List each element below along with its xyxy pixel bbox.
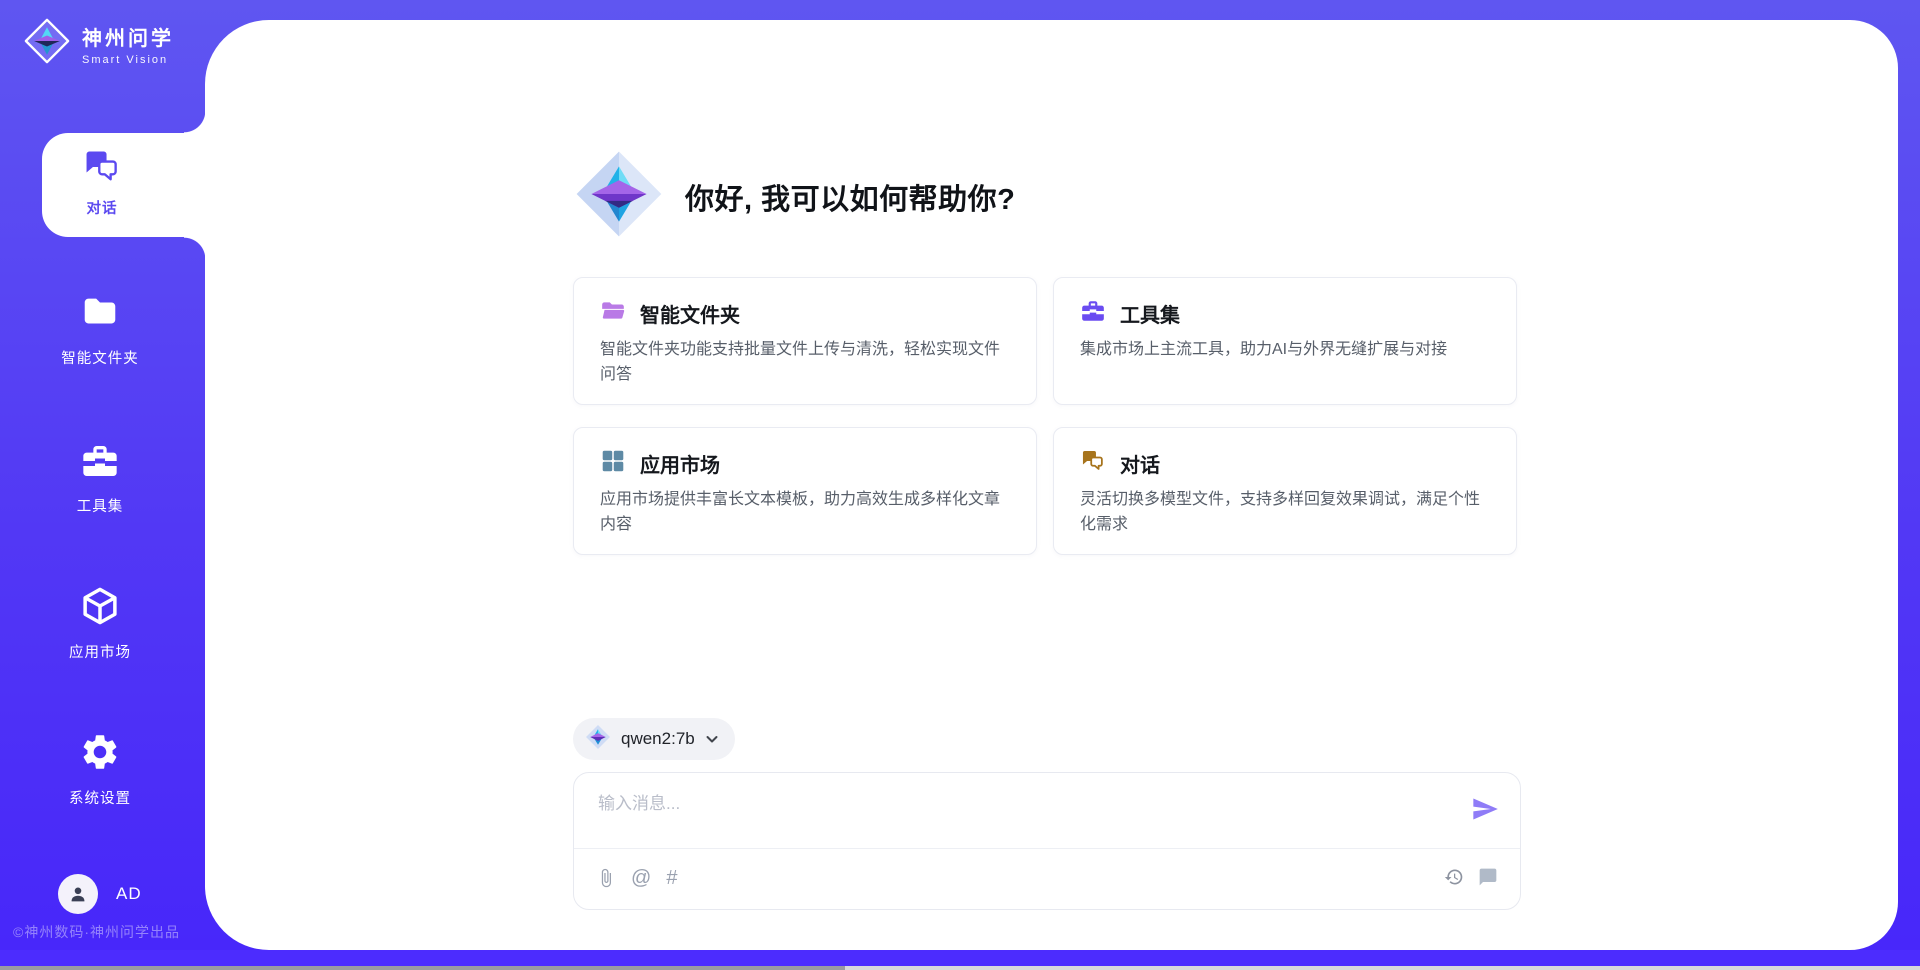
model-name: qwen2:7b: [621, 729, 695, 749]
message-composer: @ #: [573, 772, 1521, 910]
user-profile[interactable]: AD: [58, 874, 142, 914]
history-button[interactable]: [1444, 867, 1464, 887]
card-title: 工具集: [1120, 299, 1180, 328]
topic-button[interactable]: #: [666, 867, 677, 889]
chat-icon: [1080, 448, 1106, 479]
card-app-market[interactable]: 应用市场 应用市场提供丰富长文本模板，助力高效生成多样化文章内容: [573, 427, 1037, 555]
brand-diamond-icon: [24, 18, 70, 69]
toolbox-icon: [80, 468, 120, 485]
model-diamond-icon: [585, 724, 611, 755]
card-title: 智能文件夹: [640, 299, 740, 328]
paperclip-icon: [596, 868, 616, 888]
gear-icon: [79, 760, 121, 777]
history-clock-icon: [1444, 867, 1464, 887]
attach-file-button[interactable]: [596, 868, 616, 888]
folder-icon: [79, 320, 121, 337]
grid-icon: [600, 448, 626, 479]
send-button[interactable]: [1470, 795, 1500, 825]
sidebar-item-smart-folder[interactable]: 智能文件夹: [30, 291, 170, 368]
main-panel: 你好, 我可以如何帮助你? 智能文件夹 智能文件夹功能支持批量文件上传与清洗，轻…: [205, 20, 1898, 950]
folder-open-icon: [600, 298, 626, 329]
sidebar-item-label: 对话: [42, 197, 162, 218]
app-window: 神州问学 Smart Vision 对话 智能文件夹: [0, 0, 1920, 970]
card-toolset[interactable]: 工具集 集成市场上主流工具，助力AI与外界无缝扩展与对接: [1053, 277, 1517, 405]
taskbar-edge: [0, 966, 1920, 970]
sidebar-item-label: 智能文件夹: [30, 347, 170, 368]
chat-bubble-icon: [1478, 867, 1498, 887]
briefcase-icon: [1080, 298, 1106, 329]
tab-fillet-top: [184, 111, 206, 133]
sidebar-item-label: 工具集: [30, 495, 170, 516]
card-description: 智能文件夹功能支持批量文件上传与清洗，轻松实现文件问答: [600, 338, 1010, 388]
greeting: 你好, 我可以如何帮助你?: [573, 148, 1015, 245]
sidebar-item-label: 应用市场: [30, 641, 170, 662]
card-smart-folder[interactable]: 智能文件夹 智能文件夹功能支持批量文件上传与清洗，轻松实现文件问答: [573, 277, 1037, 405]
chat-bubble-button[interactable]: [1478, 867, 1498, 887]
message-input[interactable]: [598, 789, 1438, 841]
brand-logo: 神州问学 Smart Vision: [24, 18, 174, 69]
card-title: 对话: [1120, 449, 1160, 478]
at-sign-icon: @: [631, 867, 651, 889]
greeting-text: 你好, 我可以如何帮助你?: [685, 176, 1015, 218]
copyright-text: ©神州数码·神州问学出品: [13, 922, 180, 942]
sidebar-item-label: 系统设置: [30, 787, 170, 808]
card-title: 应用市场: [640, 449, 720, 478]
card-description: 集成市场上主流工具，助力AI与外界无缝扩展与对接: [1080, 338, 1490, 363]
brand-subtitle: Smart Vision: [82, 54, 174, 66]
brand-name: 神州问学: [82, 22, 174, 51]
assistant-diamond-icon: [573, 148, 665, 245]
mention-button[interactable]: @: [631, 867, 651, 889]
card-chat[interactable]: 对话 灵活切换多模型文件，支持多样回复效果调试，满足个性化需求: [1053, 427, 1517, 555]
feature-cards: 智能文件夹 智能文件夹功能支持批量文件上传与清洗，轻松实现文件问答 工具集 集成…: [573, 277, 1517, 555]
sidebar-item-toolset[interactable]: 工具集: [30, 441, 170, 516]
avatar: [58, 874, 98, 914]
composer-divider: [574, 848, 1520, 849]
card-description: 应用市场提供丰富长文本模板，助力高效生成多样化文章内容: [600, 488, 1010, 538]
hash-icon: #: [666, 867, 677, 889]
tab-fillet-bottom: [184, 237, 206, 259]
model-selector[interactable]: qwen2:7b: [573, 718, 735, 760]
cube-icon: [79, 614, 121, 631]
sidebar-item-chat[interactable]: 对话: [42, 133, 207, 237]
chat-icon: [82, 174, 122, 191]
bottom-strip: [0, 950, 1920, 966]
user-name: AD: [116, 884, 142, 904]
sidebar-item-app-market[interactable]: 应用市场: [30, 585, 170, 662]
sidebar-item-settings[interactable]: 系统设置: [30, 731, 170, 808]
card-description: 灵活切换多模型文件，支持多样回复效果调试，满足个性化需求: [1080, 488, 1490, 538]
chevron-down-icon: [705, 732, 719, 746]
